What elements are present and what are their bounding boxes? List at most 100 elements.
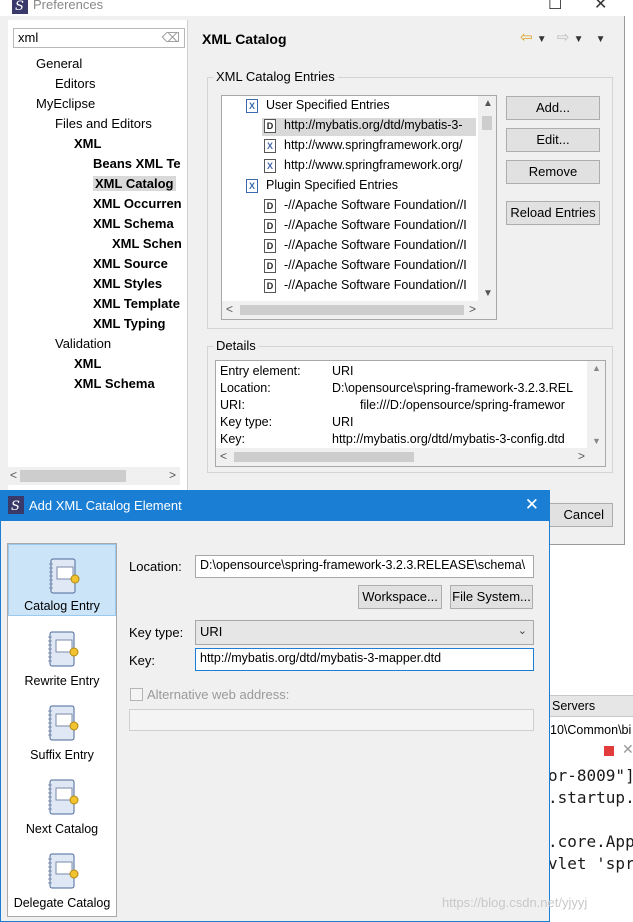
catalog-entries-tree[interactable]: X User Specified Entries Dhttp://mybatis.o… [221, 95, 497, 320]
sidebar-item-catalog-entry[interactable]: Catalog Entry [8, 544, 116, 616]
tree-item[interactable]: Beans XML Te [93, 156, 181, 171]
tree-horizontal-scrollbar[interactable]: < > [8, 467, 180, 485]
tree-item[interactable]: XML Styles [93, 276, 162, 291]
console-line: .startup. [548, 788, 633, 807]
key-type-select[interactable]: URI ⌄ [195, 620, 534, 645]
scroll-left-icon[interactable]: < [226, 302, 233, 316]
filter-text: xml [18, 30, 39, 45]
catalog-entry-row[interactable]: D -//Apache Software Foundation//I [262, 278, 476, 296]
catalog-entry-label: -//Apache Software Foundation//I [284, 278, 467, 292]
remove-button[interactable]: Remove [506, 160, 600, 184]
scroll-left-icon[interactable]: < [220, 449, 227, 463]
scroll-right-icon[interactable]: > [469, 302, 476, 316]
scroll-left-icon[interactable]: < [10, 468, 17, 482]
catalog-entry-row[interactable]: D -//Apache Software Foundation//I [262, 218, 476, 236]
tree-item[interactable]: XML Schen [112, 236, 182, 251]
tree-item[interactable]: XML Schema [74, 376, 155, 391]
edit-button[interactable]: Edit... [506, 128, 600, 152]
catalog-entry-row[interactable]: Dhttp://mybatis.org/dtd/mybatis-3- [262, 118, 476, 136]
scroll-down-icon[interactable]: ▼ [592, 436, 601, 446]
scroll-down-icon[interactable]: ▼ [483, 288, 493, 299]
catalog-entry-label: Plugin Specified Entries [266, 178, 399, 192]
scroll-up-icon[interactable]: ▲ [483, 98, 493, 109]
maximize-icon[interactable]: ☐ [548, 0, 562, 14]
back-menu-icon[interactable]: ▼ [537, 34, 547, 45]
tree-item[interactable]: Files and Editors [55, 116, 152, 131]
alternative-web-address-field[interactable] [129, 709, 534, 731]
tree-item[interactable]: XML Template [93, 296, 180, 311]
next-catalog-icon [48, 779, 79, 815]
sidebar-item-next-catalog[interactable]: Next Catalog [8, 766, 116, 838]
tree-item[interactable]: XML Schema [93, 216, 174, 231]
tree-item[interactable]: XML Source [93, 256, 168, 271]
details-table: Entry element: URI Location: D:\opensource\… [215, 360, 606, 467]
terminate-icon[interactable] [604, 746, 614, 756]
clear-filter-icon[interactable]: ⌫ [162, 30, 180, 46]
filter-input[interactable]: xml ⌫ [13, 28, 185, 48]
tree-item[interactable]: XML Occurren [93, 196, 182, 211]
workspace-button[interactable]: Workspace... [358, 585, 442, 609]
alternative-web-address-checkbox[interactable] [130, 688, 143, 701]
entries-vertical-scrollbar[interactable]: ▲ ▼ [478, 96, 496, 301]
scrollbar-thumb[interactable] [234, 452, 414, 462]
page-navigation: ⇦ ▼ ⇨ ▼ ▼ [520, 28, 606, 46]
catalog-entry-row[interactable]: D -//Apache Software Foundation//I [262, 198, 476, 216]
sidebar-item-delegate-catalog[interactable]: Delegate Catalog [8, 840, 116, 912]
tree-item[interactable]: XML Typing [93, 316, 165, 331]
reload-entries-button[interactable]: Reload Entries [506, 201, 600, 225]
catalog-entry-label: User Specified Entries [266, 98, 390, 112]
entries-horizontal-scrollbar[interactable]: < > [222, 301, 496, 319]
catalog-folder-icon: X [246, 99, 258, 113]
chevron-down-icon: ⌄ [517, 625, 527, 637]
scrollbar-thumb[interactable] [240, 305, 464, 315]
tree-item[interactable]: Validation [55, 336, 111, 351]
forward-arrow-icon[interactable]: ⇨ [557, 29, 570, 46]
background-editor: Servers 10\Common\bi ✕ or-8009"] .startu… [548, 540, 633, 922]
catalog-folder-icon: X [246, 179, 258, 193]
scroll-up-icon[interactable]: ▲ [592, 363, 601, 373]
back-arrow-icon[interactable]: ⇦ [520, 29, 533, 46]
close-icon[interactable]: ✕ [594, 0, 607, 14]
tree-item[interactable]: XML [74, 356, 101, 371]
scrollbar-thumb[interactable] [20, 470, 126, 482]
view-menu-icon[interactable]: ▼ [596, 34, 606, 45]
catalog-entry-row[interactable]: X Plugin Specified Entries [244, 178, 474, 196]
dtd-file-icon: D [264, 219, 276, 233]
remove-launch-icon[interactable]: ✕ [622, 741, 633, 758]
scroll-right-icon[interactable]: > [578, 449, 585, 463]
catalog-entry-row[interactable]: X User Specified Entries [244, 98, 474, 116]
scrollbar-thumb[interactable] [482, 116, 492, 130]
file-system-button[interactable]: File System... [450, 585, 533, 609]
tree-item[interactable]: XML Catalog [93, 176, 176, 191]
sidebar-item-label: Catalog Entry [24, 599, 100, 613]
location-field[interactable]: D:\opensource\spring-framework-3.2.3.REL… [195, 555, 534, 578]
detail-key: Location: [220, 381, 271, 395]
servers-tab-bar: Servers [548, 695, 633, 717]
tree-item[interactable]: XML [74, 136, 101, 151]
details-horizontal-scrollbar[interactable]: < > [216, 448, 605, 466]
tab-servers[interactable]: Servers [552, 699, 595, 713]
add-button[interactable]: Add... [506, 96, 600, 120]
window-title: Preferences [33, 0, 104, 12]
close-icon[interactable]: ✕ [525, 495, 539, 515]
details-vertical-scrollbar[interactable]: ▲ ▼ [587, 361, 605, 448]
catalog-entry-row[interactable]: Xhttp://www.springframework.org/ [262, 138, 476, 156]
forward-menu-icon[interactable]: ▼ [574, 34, 584, 45]
sidebar-item-suffix-entry[interactable]: Suffix Entry [8, 692, 116, 764]
tree-item[interactable]: Editors [55, 76, 95, 91]
key-field[interactable]: http://mybatis.org/dtd/mybatis-3-mapper.… [195, 648, 534, 671]
scroll-right-icon[interactable]: > [169, 468, 176, 482]
cancel-button[interactable]: Cancel [540, 503, 613, 527]
sidebar-item-rewrite-entry[interactable]: Rewrite Entry [8, 618, 116, 690]
catalog-entry-row[interactable]: D -//Apache Software Foundation//I [262, 238, 476, 256]
detail-key: Key: [220, 432, 246, 446]
sidebar-item-label: Rewrite Entry [24, 674, 100, 688]
console-line: vlet 'spr [548, 854, 633, 873]
catalog-entry-label: -//Apache Software Foundation//I [284, 218, 467, 232]
catalog-entry-row[interactable]: D -//Apache Software Foundation//I [262, 258, 476, 276]
tree-item[interactable]: General [36, 56, 82, 71]
catalog-entry-icon [49, 558, 80, 594]
tree-item[interactable]: MyEclipse [36, 96, 95, 111]
catalog-entry-row[interactable]: Xhttp://www.springframework.org/ [262, 158, 476, 176]
detail-value: URI [332, 415, 354, 429]
